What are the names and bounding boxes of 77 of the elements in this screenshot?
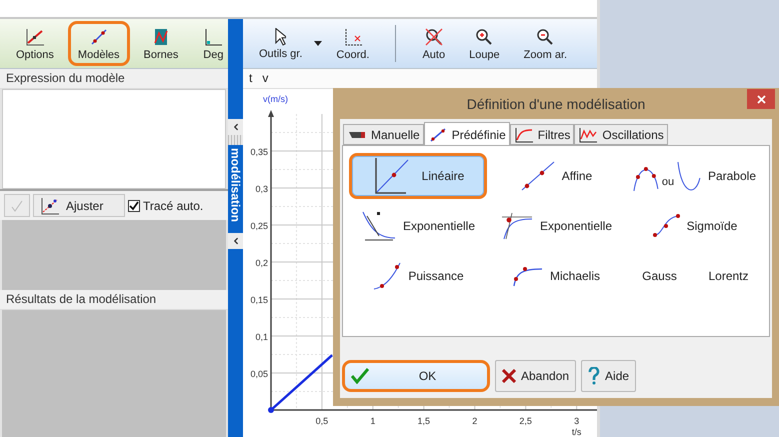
model-option[interactable]: ou Parabole: [625, 153, 763, 199]
toolbar-button[interactable]: Outils gr.: [249, 21, 312, 66]
collapse-button[interactable]: [228, 119, 243, 135]
model-option[interactable]: Linéaire: [349, 153, 487, 199]
tick-label: 1: [370, 416, 376, 426]
magnifier-cross-icon: [422, 26, 445, 46]
cross-icon: [502, 369, 516, 383]
tick-label: 0,05: [250, 369, 268, 379]
close-button[interactable]: [747, 89, 775, 109]
data-point: [268, 407, 274, 413]
data-line: [270, 354, 333, 411]
model-option[interactable]: Affine: [487, 153, 625, 199]
tab[interactable]: Oscillations: [574, 124, 668, 145]
expression-field[interactable]: [2, 89, 226, 189]
tab[interactable]: Prédéfinie: [424, 122, 510, 146]
check-icon: [11, 200, 23, 212]
splitter-grip[interactable]: [228, 135, 243, 145]
chart-icon: [24, 26, 46, 46]
variable-label[interactable]: t: [249, 71, 252, 86]
auto-trace-checkbox[interactable]: Tracé auto.: [128, 198, 204, 212]
cancel-button[interactable]: Abandon: [495, 360, 576, 392]
tick-label: 0,1: [255, 332, 268, 342]
tick-label: 2,5: [519, 416, 532, 426]
tick-label: 0,35: [250, 147, 268, 157]
help-icon: [588, 367, 600, 385]
line-icon: [428, 126, 448, 142]
power-curve-icon: [372, 261, 402, 291]
model-option[interactable]: Sigmoïde: [625, 203, 763, 249]
tab[interactable]: Manuelle: [343, 124, 424, 145]
toolbar-button[interactable]: Options: [6, 21, 64, 66]
variable-label[interactable]: v: [262, 71, 268, 86]
close-icon: [756, 94, 766, 104]
tick-label: 0,15: [250, 295, 268, 305]
tick-label: 0,2: [255, 258, 268, 268]
tick-label: 2: [472, 416, 478, 426]
pointer-icon: [275, 28, 286, 46]
dialog-title: Définition d'une modélisation: [466, 96, 646, 112]
model-option[interactable]: Exponentielle: [349, 203, 487, 249]
toolbar-button[interactable]: Modèles: [68, 21, 130, 66]
ok-button[interactable]: OK: [342, 360, 490, 392]
sigmoid-curve-icon: [650, 213, 681, 239]
joiner-text: ou: [662, 176, 674, 188]
decay-curve-icon: [360, 210, 397, 242]
model-option[interactable]: Puissance: [349, 253, 487, 299]
model-option[interactable]: Lorentz: [694, 253, 763, 299]
toolbar-button[interactable]: Coord.: [326, 21, 380, 66]
check-icon: [351, 368, 369, 384]
axis-label: t/s: [572, 427, 582, 437]
checkmark-icon: [129, 200, 139, 210]
fit-button[interactable]: Ajuster: [33, 194, 125, 217]
toolbar-button[interactable]: Deg: [192, 21, 228, 66]
tick-label: 0,5: [316, 416, 328, 426]
panel-header: Expression du modèle: [0, 69, 228, 89]
saturation-curve-icon: [512, 265, 544, 287]
model-option[interactable]: Exponentielle: [487, 203, 625, 249]
toolbar-button[interactable]: Bornes: [134, 21, 188, 66]
dropdown-icon[interactable]: [314, 41, 322, 46]
line-graph-icon: [520, 160, 556, 192]
valley-curve-icon: [676, 160, 702, 192]
model-option[interactable]: Michaelis: [487, 253, 625, 299]
axis-label: v(m/s): [263, 94, 288, 104]
tick-label: 1,5: [418, 416, 430, 426]
toolbar-button[interactable]: Auto: [412, 21, 456, 66]
help-button[interactable]: Aide: [581, 360, 636, 392]
wave-icon: [578, 126, 598, 142]
curve-icon: [514, 126, 534, 142]
toolbar-button[interactable]: Loupe: [459, 21, 510, 66]
tick-label: 0,3: [255, 184, 268, 194]
tick-label: 3: [574, 416, 580, 426]
tab[interactable]: Filtres: [510, 124, 574, 145]
panel-header: Résultats de la modélisation: [0, 290, 228, 310]
toolbar-button[interactable]: Zoom ar.: [514, 21, 578, 66]
tick-label: 0,25: [250, 221, 268, 231]
rise-curve-icon: [500, 211, 534, 241]
collapse-button[interactable]: [228, 233, 243, 250]
model-option[interactable]: Gauss: [625, 253, 694, 299]
fit-icon: [40, 196, 60, 214]
